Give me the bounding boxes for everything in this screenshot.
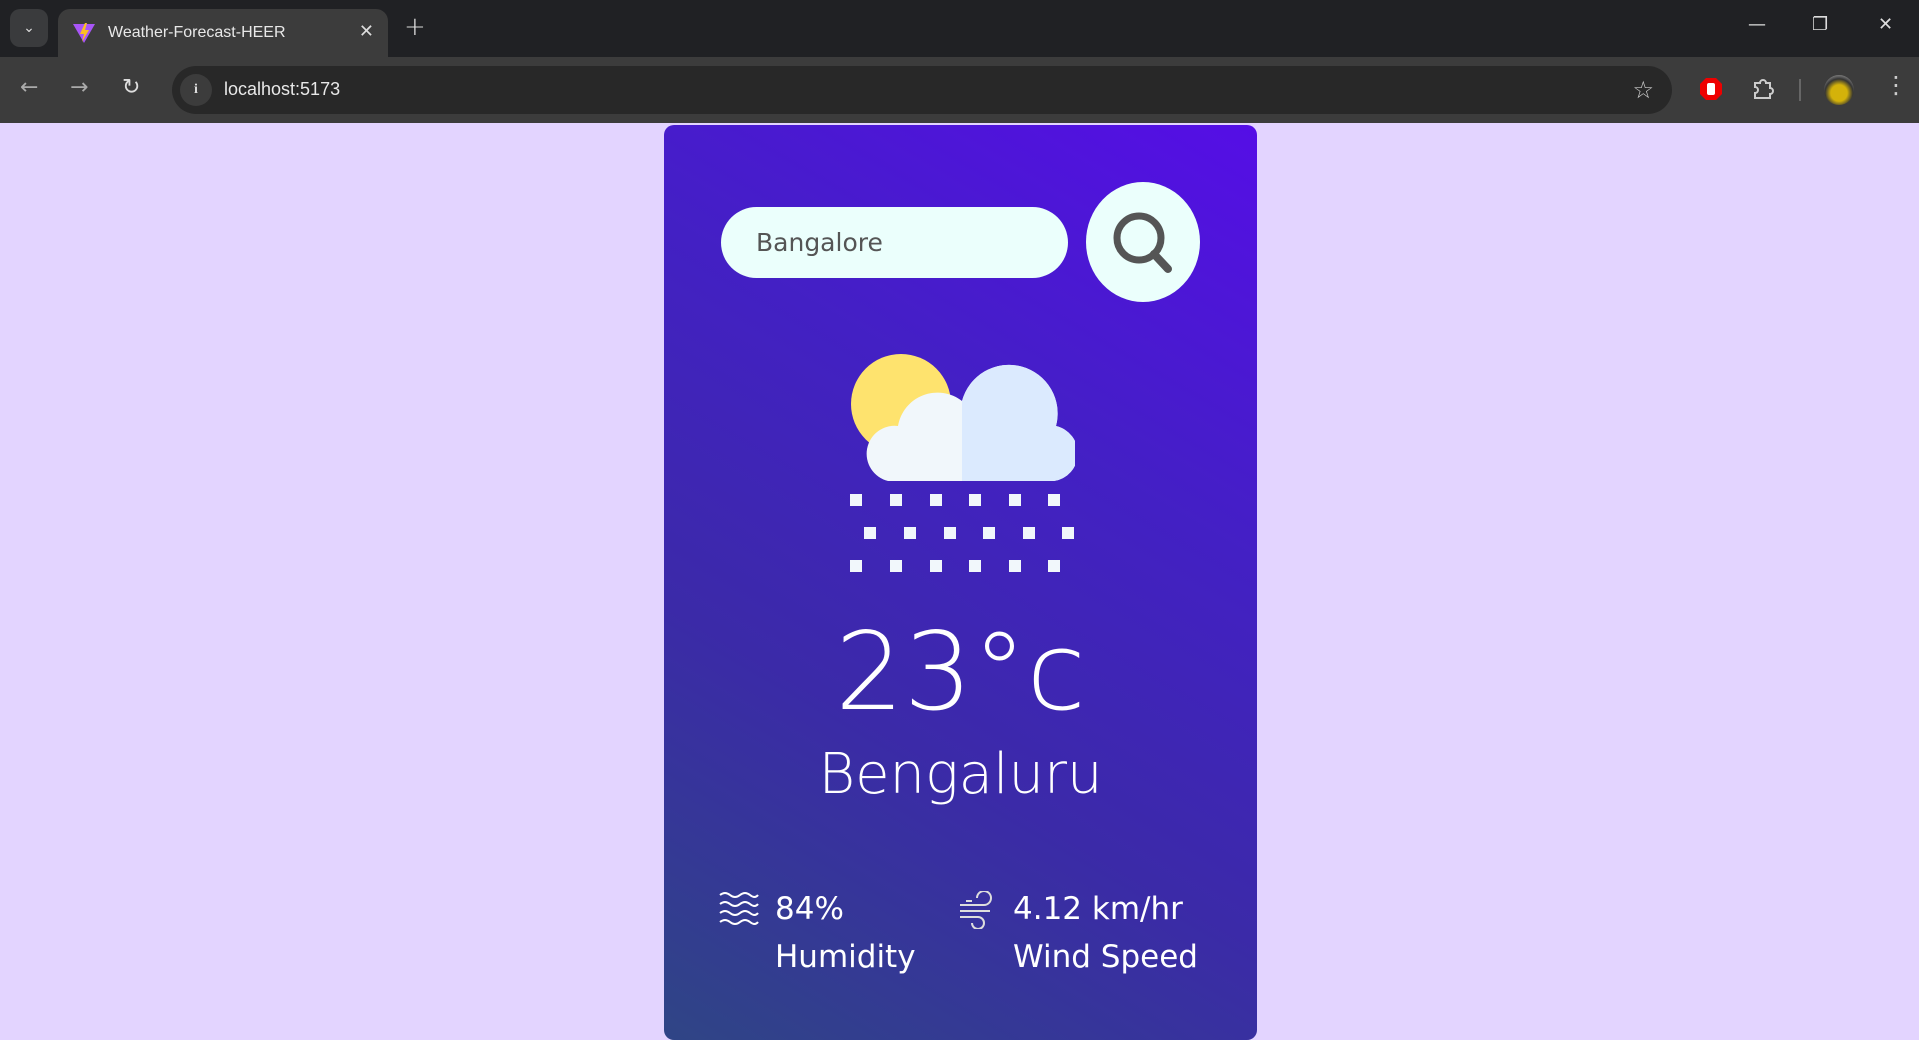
back-button[interactable]: ← xyxy=(20,75,38,100)
minimize-button[interactable]: — xyxy=(1748,14,1766,35)
search-button[interactable] xyxy=(1086,182,1200,302)
city-name: Bengaluru xyxy=(818,742,1103,807)
wind-stat: 4.12 km/hr Wind Speed xyxy=(1013,885,1198,981)
new-tab-button[interactable]: + xyxy=(404,12,426,42)
address-bar[interactable]: i localhost:5173 ☆ xyxy=(172,66,1672,114)
city-search-input[interactable] xyxy=(721,207,1068,278)
url-text: localhost:5173 xyxy=(224,79,341,99)
site-info-icon[interactable]: i xyxy=(180,74,212,106)
browser-tab-bar: ⌄ Weather-Forecast-HEER ✕ + — ❐ ✕ xyxy=(0,0,1919,57)
extensions-puzzle-icon[interactable] xyxy=(1751,77,1775,101)
wind-value: 4.12 km/hr xyxy=(1013,891,1183,927)
wind-icon xyxy=(960,891,992,929)
tab-title: Weather-Forecast-HEER xyxy=(108,24,286,41)
adblock-extension-icon[interactable] xyxy=(1699,77,1723,101)
humidity-stat: 84% Humidity xyxy=(775,885,916,981)
temperature: 23°c xyxy=(835,610,1086,735)
window-close-button[interactable]: ✕ xyxy=(1878,14,1893,35)
browser-tab[interactable]: Weather-Forecast-HEER ✕ xyxy=(58,9,388,57)
snow-partly-cloudy-icon xyxy=(850,354,1075,572)
forward-button[interactable]: → xyxy=(70,75,88,100)
search-icon xyxy=(1113,212,1172,273)
wind-label: Wind Speed xyxy=(1013,939,1198,975)
browser-toolbar: ← → ↻ i localhost:5173 ☆ ⋮ xyxy=(0,57,1919,123)
humidity-waves-icon xyxy=(719,892,759,925)
restore-button[interactable]: ❐ xyxy=(1812,14,1828,35)
profile-avatar[interactable] xyxy=(1824,75,1854,105)
tab-search-button[interactable]: ⌄ xyxy=(10,9,48,47)
bookmark-star-icon[interactable]: ☆ xyxy=(1632,76,1654,104)
tab-close-icon[interactable]: ✕ xyxy=(359,21,374,42)
weather-card: 23°c Bengaluru 84% Humidity 4.12 km/hr W… xyxy=(664,125,1257,1040)
toolbar-divider xyxy=(1799,79,1801,101)
humidity-label: Humidity xyxy=(775,939,916,975)
menu-kebab-icon[interactable]: ⋮ xyxy=(1884,71,1908,99)
reload-button[interactable]: ↻ xyxy=(122,75,140,100)
vite-favicon-icon xyxy=(73,23,95,43)
humidity-value: 84% xyxy=(775,891,844,927)
